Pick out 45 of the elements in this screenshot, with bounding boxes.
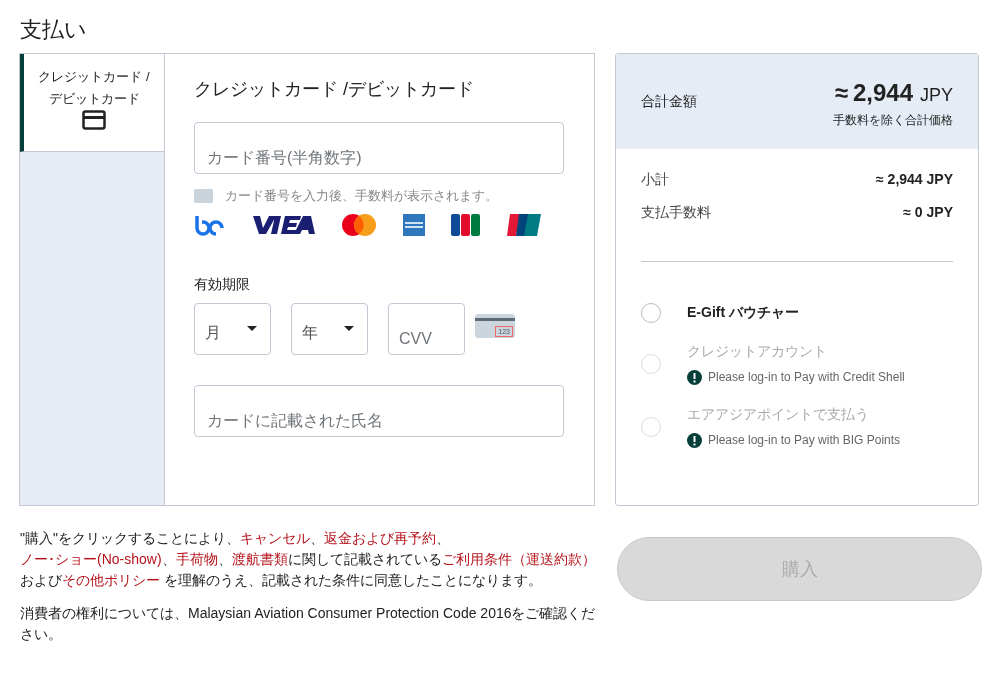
summary-line-value: ≈ 0 JPY bbox=[903, 203, 953, 222]
credit-card-icon bbox=[82, 110, 106, 130]
card-placeholder-icon bbox=[194, 188, 213, 203]
consumer-rights-text: 消費者の権利については、Malaysian Aviation Consumer Protection Code 2016をご確認ください。 bbox=[20, 604, 597, 644]
cardholder-name-field[interactable]: カードに記載された氏名 bbox=[194, 384, 564, 437]
terms-text: "購入"をクリックすることにより、キャンセル、返金および再予約、 ノー･ショー(No-show)、手荷物、渡航書類に関して記載されている ご利用条件（運送約款） およびその他ポリシー を理解のうえ、記載された条件に同意したことになります。 bbox=[20, 529, 597, 590]
mastercard-logo-icon bbox=[341, 213, 377, 236]
terms-link[interactable]: ご利用条件（運送約款） bbox=[441, 551, 596, 567]
alert-icon bbox=[687, 432, 702, 448]
terms-link[interactable]: ノー･ショー(No-show) bbox=[20, 551, 162, 567]
dropdown-caret-icon bbox=[344, 325, 354, 331]
fee-hint: カード番号を入力後、手数料が表示されます。 bbox=[225, 187, 498, 205]
login-notice: Please log-in to Pay with Credit Shell bbox=[708, 369, 905, 386]
payment-option-label: E-Gift バウチャー bbox=[687, 303, 799, 322]
year-select[interactable]: 年 bbox=[291, 302, 368, 355]
visa-logo-icon bbox=[251, 214, 315, 235]
terms-link[interactable]: キャンセル bbox=[239, 530, 310, 546]
amex-logo-icon bbox=[403, 213, 425, 236]
terms-link[interactable]: 渡航書類 bbox=[231, 551, 288, 567]
payment-option-label: クレジットアカウント bbox=[687, 342, 828, 361]
dropdown-caret-icon bbox=[247, 325, 257, 331]
summary-line-value: ≈ 2,944 JPY bbox=[876, 170, 953, 189]
total-note: 手数料を除く合計価格 bbox=[833, 111, 953, 129]
alert-icon bbox=[687, 369, 702, 385]
terms-link[interactable]: その他ポリシー bbox=[62, 572, 160, 588]
summary-line-label: 小計 bbox=[641, 170, 669, 189]
card-form-heading: クレジットカード /デビットカード bbox=[194, 78, 475, 101]
payment-option-label: エアアジアポイントで支払う bbox=[687, 405, 870, 424]
terms-link[interactable]: 手荷物 bbox=[175, 551, 218, 567]
jcb-logo-icon bbox=[451, 213, 481, 236]
month-select[interactable]: 月 bbox=[194, 302, 271, 355]
cvv-field[interactable]: CVV bbox=[388, 302, 465, 355]
page-title: 支払い bbox=[20, 16, 88, 44]
summary-line-label: 支払手数料 bbox=[641, 203, 711, 222]
bp-logo-icon bbox=[194, 213, 225, 236]
total-label: 合計金額 bbox=[641, 92, 697, 111]
total-currency: JPY bbox=[920, 83, 953, 107]
total-amount: 2,944 bbox=[852, 77, 913, 108]
approx-sign: ≈ bbox=[834, 77, 848, 108]
terms-link[interactable]: 返金および再予約 bbox=[323, 530, 436, 546]
unionpay-logo-icon bbox=[507, 213, 541, 236]
card-number-field[interactable]: カード番号(半角数字) bbox=[194, 122, 564, 174]
method-tab[interactable]: クレジットカード /デビットカード bbox=[20, 54, 164, 152]
login-notice: Please log-in to Pay with BIG Points bbox=[708, 432, 901, 449]
expiry-label: 有効期限 bbox=[194, 274, 251, 294]
